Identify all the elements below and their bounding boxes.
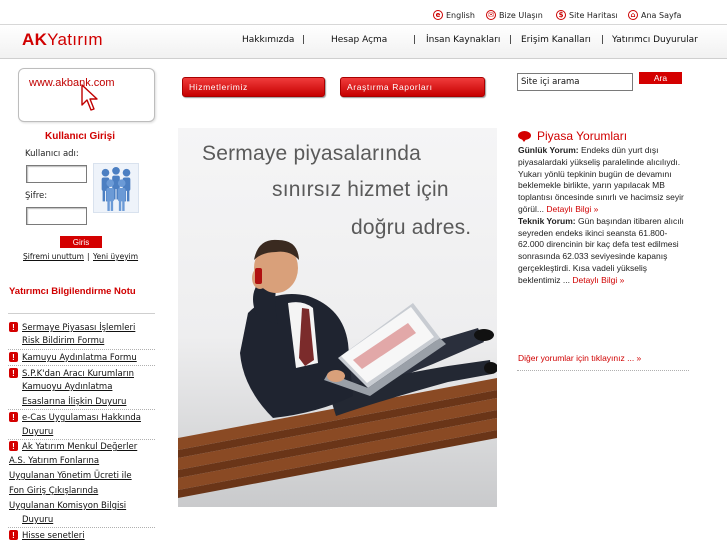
- notice-divider: [8, 439, 155, 440]
- notice-ecas[interactable]: e-Cas Uygulaması Hakkında: [22, 413, 141, 423]
- daily-comment-label: Günlük Yorum:: [518, 145, 579, 155]
- hand-cursor-icon: [81, 84, 98, 111]
- sitemap-link[interactable]: $ Site Haritası: [556, 9, 618, 21]
- speech-bubble-icon: [521, 138, 527, 142]
- english-label: English: [446, 10, 475, 20]
- hero-banner: Sermaye piyasalarında sınırsız hizmet iç…: [178, 128, 497, 507]
- notice-fund-fees[interactable]: Uygulanan Komisyon Bilgisi: [9, 501, 126, 511]
- akbank-link-box[interactable]: www.akbank.com: [18, 68, 155, 122]
- notice-divider: [8, 527, 155, 528]
- daily-detail-link[interactable]: Detaylı Bilgi »: [546, 204, 598, 214]
- nav-separator: |: [601, 35, 605, 45]
- notice-public-disclosure[interactable]: Kamuyu Aydınlatma Formu: [22, 353, 137, 363]
- info-icon: !: [9, 530, 18, 540]
- notice-spk[interactable]: Esaslarına İlişkin Duyuru: [22, 397, 126, 407]
- info-icon: !: [9, 368, 18, 378]
- akyatirim-logo[interactable]: AKYatırım: [22, 30, 103, 50]
- contact-link[interactable]: ✉ Bize Ulaşın: [486, 9, 543, 21]
- home-label: Ana Sayfa: [641, 10, 682, 20]
- technical-detail-link[interactable]: Detaylı Bilgi »: [572, 275, 624, 285]
- market-comments-title: Piyasa Yorumları: [537, 129, 628, 143]
- notice-risk-form[interactable]: Risk Bildirim Formu: [22, 336, 104, 346]
- notice-fund-fees[interactable]: Duyuru: [22, 515, 53, 525]
- home-link[interactable]: ⌂ Ana Sayfa: [628, 9, 681, 21]
- english-icon: e: [433, 10, 443, 20]
- notices-divider: [8, 313, 155, 314]
- register-link[interactable]: Yeni üyeyim: [93, 252, 138, 261]
- nav-about[interactable]: Hakkımızda: [242, 35, 294, 45]
- contact-label: Bize Ulaşın: [499, 10, 543, 20]
- notice-fund-fees[interactable]: Uygulanan Yönetim Ücreti ile: [9, 471, 132, 481]
- notice-spk[interactable]: S.P.K'dan Aracı Kurumların: [22, 369, 134, 379]
- nav-account-opening[interactable]: Hesap Açma: [331, 35, 387, 45]
- username-label: Kullanıcı adı:: [25, 149, 79, 159]
- notice-divider: [8, 349, 155, 350]
- notices-title: Yatırımcı Bilgilendirme Notu: [9, 286, 136, 297]
- forgot-password-link[interactable]: Şifremi unuttum: [23, 252, 84, 261]
- nav-investor-announcements[interactable]: Yatırımcı Duyurular: [612, 35, 698, 45]
- market-comments-body: Günlük Yorum: Endeks dün yurt dışı piyas…: [518, 145, 688, 287]
- search-button[interactable]: Ara: [639, 72, 682, 84]
- akbank-url: www.akbank.com: [29, 77, 115, 89]
- sitemap-label: Site Haritası: [569, 10, 618, 20]
- password-input[interactable]: [26, 207, 87, 225]
- notice-risk-form[interactable]: Sermaye Piyasası İşlemleri: [22, 323, 135, 333]
- logo-ak: AK: [22, 30, 48, 49]
- notice-ecas[interactable]: Duyuru: [22, 427, 53, 437]
- nav-separator: |: [302, 35, 306, 45]
- username-input[interactable]: [26, 165, 87, 183]
- nav-channels[interactable]: Erişim Kanalları: [521, 35, 591, 45]
- mail-icon: ✉: [486, 10, 496, 20]
- notice-fund-fees[interactable]: Ak Yatırım Menkul Değerler: [22, 442, 137, 452]
- info-icon: !: [9, 441, 18, 451]
- nav-hr[interactable]: İnsan Kaynakları: [426, 35, 500, 45]
- login-button[interactable]: Giris: [60, 236, 102, 248]
- login-title: Kullanıcı Girişi: [45, 131, 116, 142]
- notice-fund-fees[interactable]: Fon Giriş Çıkışlarında: [9, 486, 98, 496]
- password-label: Şifre:: [25, 191, 48, 201]
- notice-spk[interactable]: Kamuoyu Aydınlatma: [22, 382, 112, 392]
- notice-divider: [8, 409, 155, 410]
- login-links-divider: |: [87, 252, 90, 261]
- sitemap-icon: $: [556, 10, 566, 20]
- other-comments-link[interactable]: Diğer yorumlar için tıklayınız ... »: [518, 353, 641, 363]
- info-icon: !: [9, 322, 18, 332]
- users-icon: [93, 163, 139, 213]
- nav-separator: |: [413, 35, 417, 45]
- home-icon: ⌂: [628, 10, 638, 20]
- notice-fund-fees[interactable]: A.S. Yatırım Fonlarına: [9, 456, 99, 466]
- info-icon: !: [9, 352, 18, 362]
- tab-research-reports[interactable]: Araştırma Raporları: [340, 77, 485, 97]
- notice-divider: [8, 365, 155, 366]
- hero-businessman-image: [178, 239, 497, 498]
- technical-comment-label: Teknik Yorum:: [518, 215, 576, 226]
- site-search-input[interactable]: Site içi arama: [517, 73, 633, 91]
- daily-comment-text: Endeks dün yurt dışı piyasalardaki yükse…: [518, 145, 684, 214]
- notice-stocks[interactable]: Hisse senetleri: [22, 531, 85, 541]
- english-link[interactable]: e English: [433, 9, 475, 21]
- logo-yatirim: Yatırım: [47, 30, 103, 49]
- nav-separator: |: [509, 35, 513, 45]
- tab-services[interactable]: Hizmetlerimiz: [182, 77, 325, 97]
- info-icon: !: [9, 412, 18, 422]
- market-divider: [517, 370, 689, 371]
